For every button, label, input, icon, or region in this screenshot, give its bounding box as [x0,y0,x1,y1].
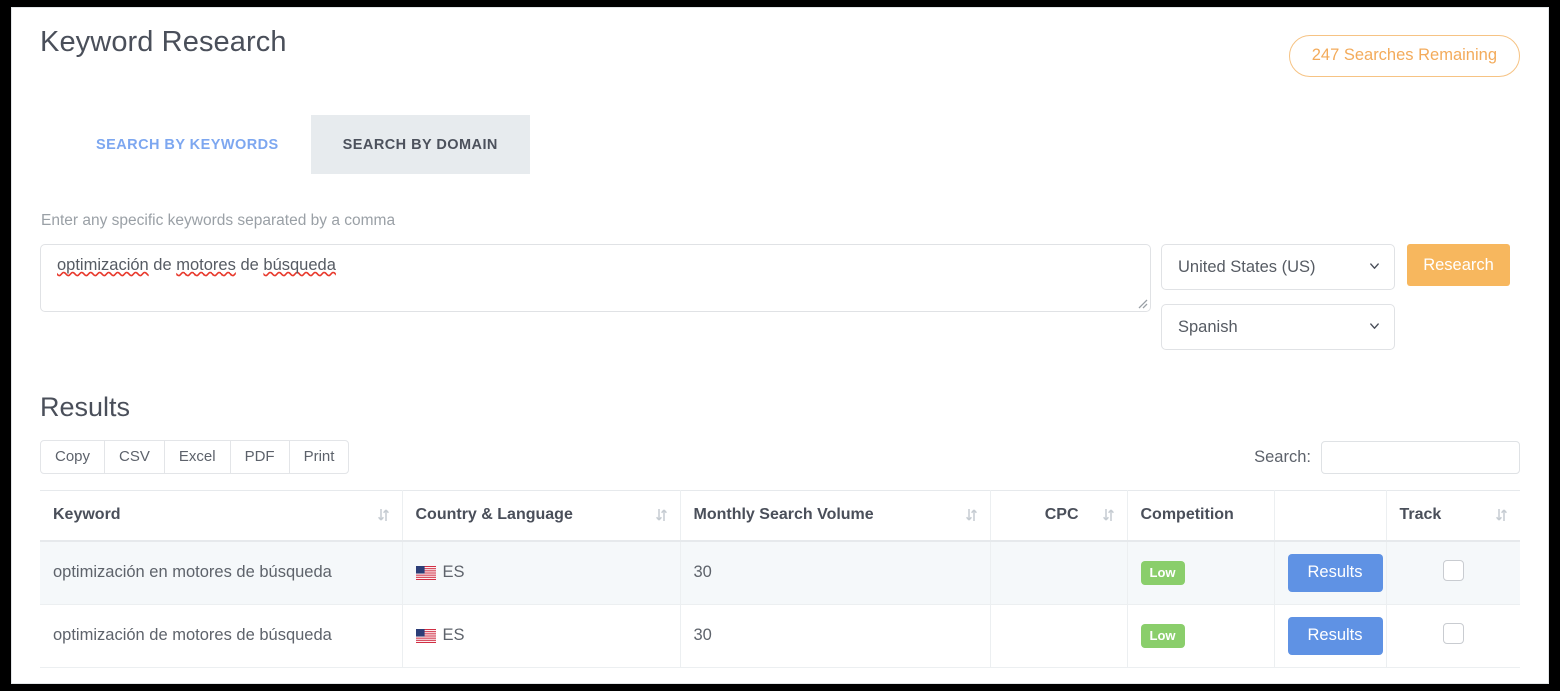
sort-icon [656,508,667,522]
table-search-input[interactable] [1321,441,1520,474]
cell-actions: Results [1274,541,1386,604]
sort-icon [1496,508,1507,522]
column-label: Monthly Search Volume [694,506,874,524]
searches-remaining-badge: 247 Searches Remaining [1289,35,1520,77]
country-select-value: United States (US) [1178,258,1316,277]
keywords-textarea-wrapper: optimización de motores de búsqueda [40,244,1151,312]
sort-icon [966,508,977,522]
column-header-country-language[interactable]: Country & Language [402,491,680,542]
us-flag-icon [416,629,436,643]
us-flag-icon [416,566,436,580]
row-results-button[interactable]: Results [1288,617,1383,655]
track-checkbox[interactable] [1443,560,1464,581]
column-label: Track [1400,506,1442,524]
research-button[interactable]: Research [1407,244,1510,286]
cell-cpc [990,604,1127,667]
cell-country-language-text: ES [443,563,465,582]
cell-track [1386,604,1520,667]
cell-country-language-text: ES [443,626,465,645]
status-badge: Low [1141,624,1185,648]
chevron-down-icon [1369,260,1380,271]
results-heading: Results [40,392,1520,423]
cell-actions: Results [1274,604,1386,667]
column-header-competition: Competition [1127,491,1274,542]
column-header-monthly-search-volume[interactable]: Monthly Search Volume [680,491,990,542]
table-header-row: Keyword Country & Language [40,491,1520,542]
page-title: Keyword Research [40,25,287,60]
column-header-track[interactable]: Track [1386,491,1520,542]
app-window: Keyword Research 247 Searches Remaining … [11,7,1549,684]
sort-icon [378,508,389,522]
csv-button[interactable]: CSV [104,440,165,474]
cell-monthly-search-volume: 30 [680,604,990,667]
column-header-cpc[interactable]: CPC [990,491,1127,542]
copy-button[interactable]: Copy [40,440,105,474]
location-language-selects: United States (US) Spanish [1161,244,1395,350]
cell-track [1386,541,1520,604]
search-form-row: optimización de motores de búsqueda Unit… [40,244,1520,350]
country-select[interactable]: United States (US) [1161,244,1395,290]
column-label: CPC [1045,506,1079,524]
results-table-body: optimización en motores de búsqueda [40,541,1520,667]
cell-country-language: ES [402,541,680,604]
pdf-button[interactable]: PDF [230,440,290,474]
column-header-actions [1274,491,1386,542]
cell-competition: Low [1127,541,1274,604]
table-search: Search: [1254,441,1520,474]
column-header-keyword[interactable]: Keyword [40,491,402,542]
column-label: Keyword [53,506,121,524]
tab-search-by-keywords[interactable]: SEARCH BY KEYWORDS [64,115,311,174]
table-toolbar: Copy CSV Excel PDF Print Search: [40,440,1520,474]
column-label: Competition [1141,506,1234,524]
status-badge: Low [1141,561,1185,585]
language-select-value: Spanish [1178,318,1238,337]
track-checkbox[interactable] [1443,623,1464,644]
cell-country-language: ES [402,604,680,667]
page-content: Keyword Research 247 Searches Remaining … [12,8,1548,668]
keywords-input[interactable] [40,244,1151,312]
language-select[interactable]: Spanish [1161,304,1395,350]
chevron-down-icon [1369,320,1380,331]
tab-bar: SEARCH BY KEYWORDS SEARCH BY DOMAIN [64,115,1520,174]
table-row: optimización en motores de búsqueda [40,541,1520,604]
cell-monthly-search-volume: 30 [680,541,990,604]
page-header: Keyword Research 247 Searches Remaining [40,8,1520,77]
cell-keyword: optimización de motores de búsqueda [40,604,402,667]
table-search-label: Search: [1254,448,1311,467]
cell-cpc [990,541,1127,604]
results-table-head: Keyword Country & Language [40,491,1520,542]
column-label: Country & Language [416,506,573,524]
tab-search-by-domain[interactable]: SEARCH BY DOMAIN [311,115,530,174]
keywords-form-label: Enter any specific keywords separated by… [41,212,1520,230]
cell-competition: Low [1127,604,1274,667]
row-results-button[interactable]: Results [1288,554,1383,592]
excel-button[interactable]: Excel [164,440,231,474]
sort-icon [1103,508,1114,522]
export-button-group: Copy CSV Excel PDF Print [40,440,349,474]
results-table: Keyword Country & Language [40,490,1520,668]
print-button[interactable]: Print [289,440,350,474]
cell-keyword: optimización en motores de búsqueda [40,541,402,604]
table-row: optimización de motores de búsqueda [40,604,1520,667]
